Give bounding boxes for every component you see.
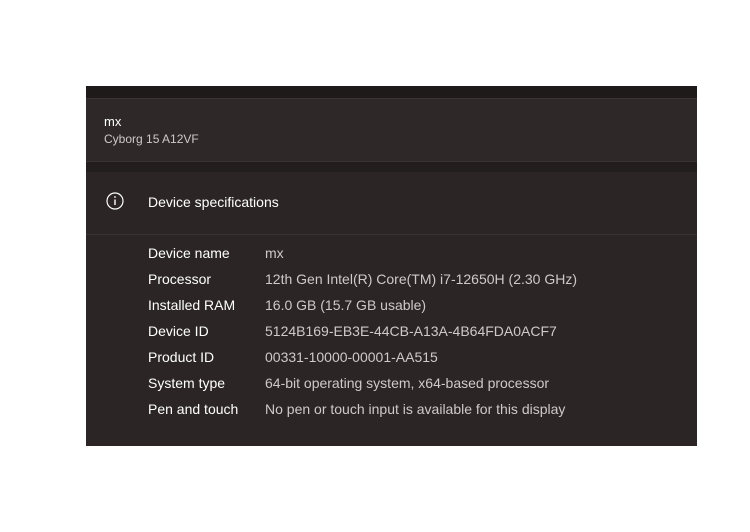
spec-value: mx: [265, 245, 284, 261]
spec-value: 12th Gen Intel(R) Core(TM) i7-12650H (2.…: [265, 271, 577, 287]
device-specifications-header[interactable]: Device specifications: [86, 172, 697, 235]
top-strip: [86, 86, 697, 98]
device-name: mx: [104, 114, 122, 129]
spec-label: Processor: [148, 271, 212, 287]
spec-value: 5124B169-EB3E-44CB-A13A-4B64FDA0ACF7: [265, 323, 557, 339]
device-specifications-title: Device specifications: [148, 194, 279, 210]
spec-value: 00331-10000-00001-AA515: [265, 349, 438, 365]
info-icon: [106, 192, 124, 210]
device-card[interactable]: mx Cyborg 15 A12VF: [86, 98, 697, 162]
spec-value: 16.0 GB (15.7 GB usable): [265, 297, 427, 313]
section-gap: [86, 162, 697, 172]
spec-label: Device ID: [148, 323, 209, 339]
settings-window: mx Cyborg 15 A12VF Device specifications…: [86, 86, 697, 446]
spec-label: System type: [148, 375, 226, 391]
spec-value: 64-bit operating system, x64-based proce…: [265, 375, 550, 391]
spec-label: Product ID: [148, 349, 215, 365]
spec-label: Pen and touch: [148, 401, 239, 417]
device-model: Cyborg 15 A12VF: [104, 132, 199, 146]
spec-value: No pen or touch input is available for t…: [265, 401, 566, 417]
device-specifications-section: Device specifications Device name mx Pro…: [86, 172, 697, 446]
spec-label: Device name: [148, 245, 230, 261]
spec-label: Installed RAM: [148, 297, 236, 313]
